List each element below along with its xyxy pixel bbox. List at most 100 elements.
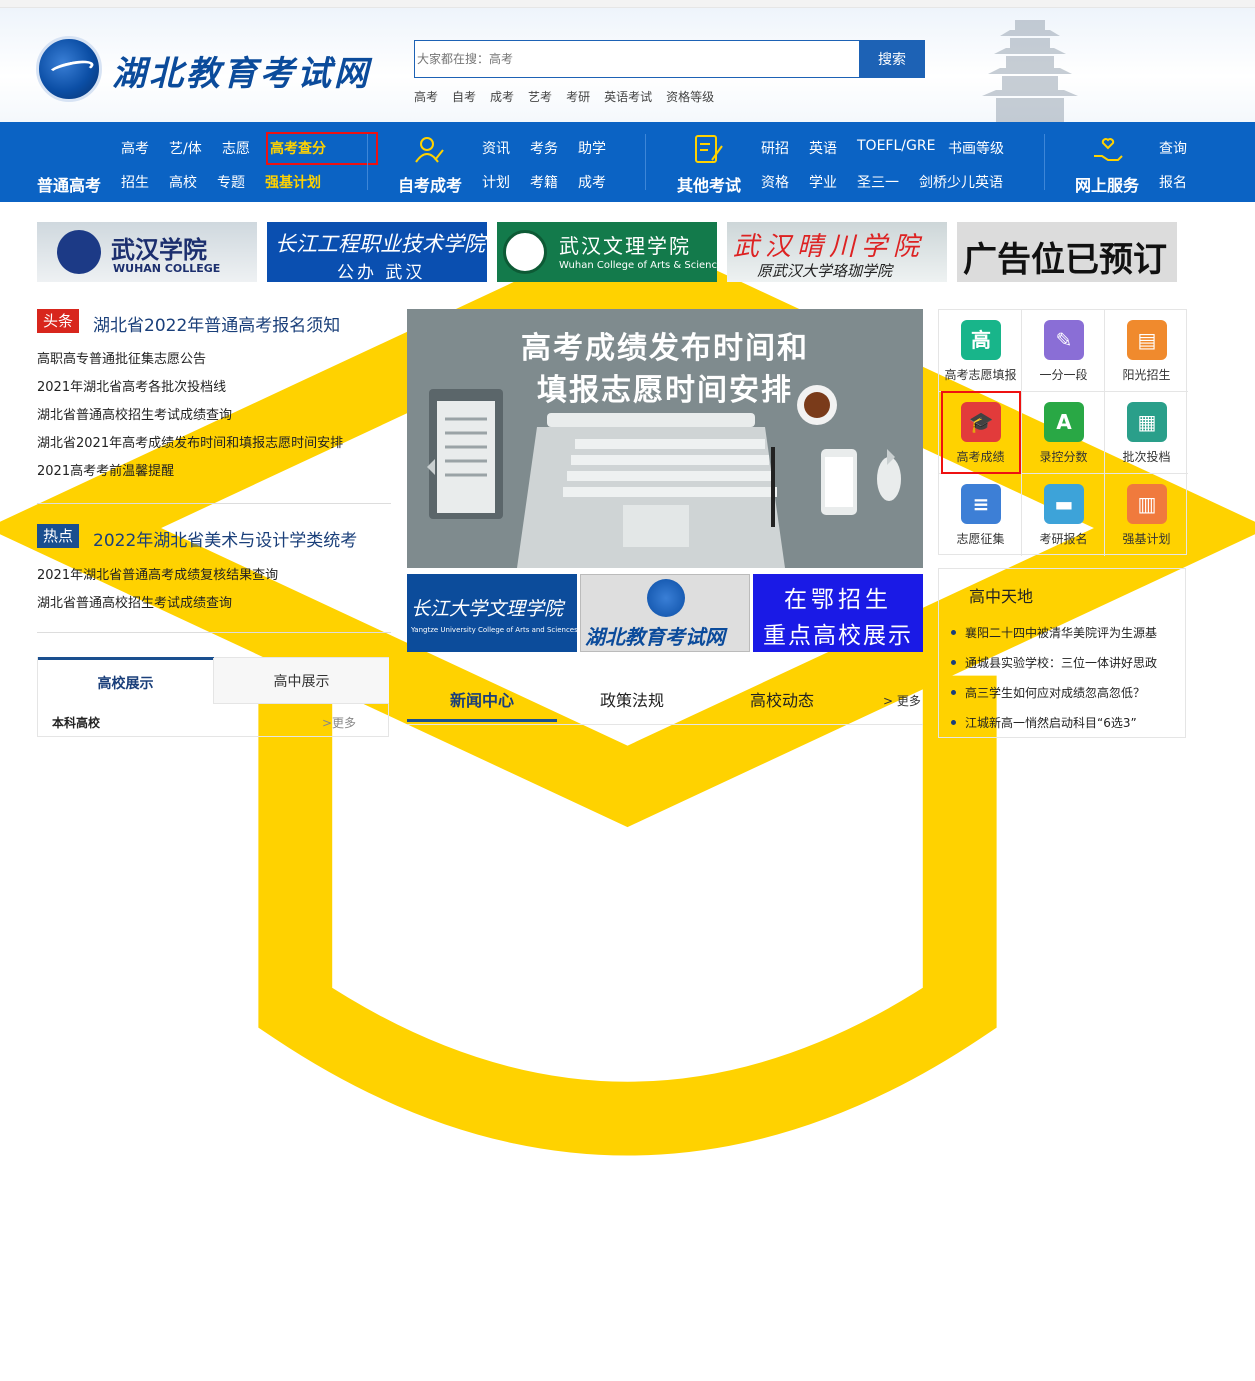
banner-qingchuan[interactable]: 武汉晴川学院 原武汉大学珞珈学院 [727, 222, 947, 282]
nav-group-title-other[interactable]: 其他考试 [677, 172, 741, 196]
nav-link-signup[interactable]: 报名 [1159, 172, 1187, 192]
banner-wuhan-arts-sciences[interactable]: 武汉文理学院 Wuhan College of Arts & Sciences [497, 222, 717, 282]
news-item[interactable]: 高职高专普通批征集志愿公告 [37, 348, 206, 367]
nav-link-trinity[interactable]: 圣三一 [857, 172, 899, 192]
divider [407, 724, 923, 725]
tab-colleges[interactable]: 高校展示 [38, 658, 214, 704]
news-item[interactable]: 湖北省2021年高考成绩发布时间和填报志愿时间安排 [37, 432, 343, 451]
school-tabs: 高校展示 高中展示 本科高校 >更多 [37, 657, 389, 737]
panel-item[interactable]: 高三学生如何应对成绩忽高忽低？ [950, 684, 1145, 701]
hot-link[interactable]: 成考 [490, 88, 514, 105]
nav-link-yanzhao[interactable]: 研招 [761, 138, 789, 158]
hot-link[interactable]: 资格等级 [666, 88, 714, 105]
service-gaokao-zhiyuan[interactable]: 高高考志愿填报 [939, 310, 1022, 392]
hot-link[interactable]: 高考 [414, 88, 438, 105]
nav-link-gaokao[interactable]: 高考 [121, 138, 149, 158]
high-school-panel: 高中天地 襄阳二十四中被清华美院评为生源基 通城县实验学校：三位一体讲好思政 高… [938, 568, 1186, 738]
nav-link-art-sports[interactable]: 艺/体 [169, 138, 202, 158]
service-kaoyan[interactable]: ▬ 考研报名 [1022, 474, 1105, 556]
yellow-crane-tower-icon [982, 20, 1078, 122]
service-label: 强基计划 [1122, 532, 1171, 546]
panel-item[interactable]: 江城新高一悄然启动科目“6选3” [951, 714, 1137, 731]
banner-key-universities[interactable]: 在鄂招生 重点高校展示 [753, 574, 923, 652]
news-item[interactable]: 湖北省普通高校招生考试成绩查询 [37, 404, 232, 423]
more-link[interactable]: >更多 [322, 714, 356, 731]
news-item[interactable]: 2021年湖北省高考各批次投档线 [37, 376, 226, 395]
panel-item[interactable]: 通城县实验学校：三位一体讲好思政 [950, 654, 1157, 671]
banner-hbea[interactable]: 湖北教育考试网 [580, 574, 750, 652]
banner-title: 武汉文理学院 [559, 234, 691, 258]
site-header: 湖北教育考试网 搜索 高考 自考 成考 艺考 考研 英语考试 资格等级 [0, 8, 1255, 122]
panel-item[interactable]: 襄阳二十四中被清华美院评为生源基 [950, 624, 1157, 641]
nav-link-kaoji[interactable]: 考籍 [530, 172, 558, 192]
nav-link-english[interactable]: 英语 [809, 138, 837, 158]
section-undergrad: 本科高校 [52, 716, 101, 730]
news-item[interactable]: 湖北省普通高校招生考试成绩查询 [37, 592, 232, 611]
headline-link[interactable]: 湖北省2022年普通高考报名须知 [93, 311, 340, 336]
nav-link-chengkao[interactable]: 成考 [578, 172, 606, 192]
nav-group-title-gaokao-label[interactable]: 普通高考 [37, 172, 101, 196]
hot-link[interactable]: 英语考试 [604, 88, 652, 105]
nav-link-zhaosheng[interactable]: 招生 [121, 172, 149, 192]
banner-subtitle: WUHAN COLLEGE [113, 262, 221, 275]
nav-link-kaowu[interactable]: 考务 [530, 138, 558, 158]
service-zhengji[interactable]: ≡ 志愿征集 [939, 474, 1022, 556]
service-label: 阳光招生 [1122, 368, 1171, 382]
hot-headline-link[interactable]: 2022年湖北省美术与设计学类统考 [93, 526, 357, 551]
banner-title: 长江工程职业技术学院 [275, 232, 485, 256]
service-yangguang[interactable]: ▤ 阳光招生 [1105, 310, 1188, 392]
nav-group-title-zikao[interactable]: 自考成考 [398, 172, 462, 196]
banner-title-line1: 在鄂招生 [784, 587, 892, 613]
score-doc-icon: A [1044, 402, 1084, 442]
service-lukong[interactable]: A 录控分数 [1022, 392, 1105, 474]
zhiyuan-icon: 高 [961, 320, 1001, 360]
search-input[interactable] [414, 40, 859, 78]
nav-link-jihua[interactable]: 计划 [482, 172, 510, 192]
banner-subtitle: Wuhan College of Arts & Sciences [559, 260, 717, 271]
banner-subtitle: Yangtze University College of Arts and S… [411, 626, 577, 634]
hot-link[interactable]: 考研 [566, 88, 590, 105]
nav-link-xueye[interactable]: 学业 [809, 172, 837, 192]
tab-college-news[interactable]: 高校动态 [707, 676, 857, 722]
news-carousel[interactable]: 高考成绩发布时间和 填报志愿时间安排 [407, 309, 923, 568]
tab-news-center[interactable]: 新闻中心 [407, 676, 557, 722]
nav-link-toefl[interactable]: TOEFL/GRE [857, 138, 935, 154]
service-qiangji[interactable]: ▥ 强基计划 [1105, 474, 1188, 556]
college-emblem-icon [503, 230, 547, 274]
nav-link-zhiyuan[interactable]: 志愿 [222, 138, 250, 158]
nav-link-gaoxiao[interactable]: 高校 [169, 172, 197, 192]
hot-tag: 热点 [37, 524, 80, 548]
nav-link-zige[interactable]: 资格 [761, 172, 789, 192]
books-stack-icon: ▬ [1044, 484, 1084, 524]
banner-wuhan-college[interactable]: 武汉学院 WUHAN COLLEGE [37, 222, 257, 282]
building-icon: ▥ [1127, 484, 1167, 524]
tab-policy[interactable]: 政策法规 [557, 676, 707, 722]
news-item[interactable]: 2021年湖北省普通高考成绩复核结果查询 [37, 564, 278, 583]
nav-link-query[interactable]: 查询 [1159, 138, 1187, 158]
service-pici[interactable]: ▦ 批次投档 [1105, 392, 1188, 474]
site-logo-icon [647, 579, 685, 617]
news-item[interactable]: 2021高考考前温馨提醒 [37, 460, 174, 479]
banner-yangtze-univ[interactable]: 长江大学文理学院 Yangtze University College of A… [407, 574, 577, 652]
nav-link-zhuxue[interactable]: 助学 [578, 138, 606, 158]
search-button[interactable]: 搜索 [859, 40, 925, 78]
banner-ad-reserved[interactable]: 广告位已预订 [957, 222, 1177, 282]
service-label: 考研报名 [1039, 532, 1088, 546]
more-link[interactable]: > 更多 [883, 692, 921, 709]
nav-link-shuhua[interactable]: 书画等级 [948, 138, 1004, 158]
nav-group-title-online[interactable]: 网上服务 [1075, 172, 1139, 196]
banner-changjiang-engineering[interactable]: 长江工程职业技术学院 公办 武汉 [267, 222, 487, 282]
hot-link[interactable]: 艺考 [528, 88, 552, 105]
nav-link-qiangji[interactable]: 强基计划 [265, 172, 321, 192]
highlight-box [266, 132, 378, 165]
service-yifenyiduan[interactable]: ✎ 一分一段 [1022, 310, 1105, 392]
nav-link-zhuanti[interactable]: 专题 [217, 172, 245, 192]
nav-link-zixun[interactable]: 资讯 [482, 138, 510, 158]
tab-high-schools[interactable]: 高中展示 [214, 658, 389, 704]
person-pen-icon [415, 137, 444, 163]
hot-link[interactable]: 自考 [452, 88, 476, 105]
nav-link-cambridge[interactable]: 剑桥少儿英语 [919, 172, 1003, 192]
nav-divider [1044, 134, 1045, 190]
banner-title-line2: 重点高校展示 [763, 623, 913, 649]
site-title[interactable]: 湖北教育考试网 [112, 46, 371, 95]
